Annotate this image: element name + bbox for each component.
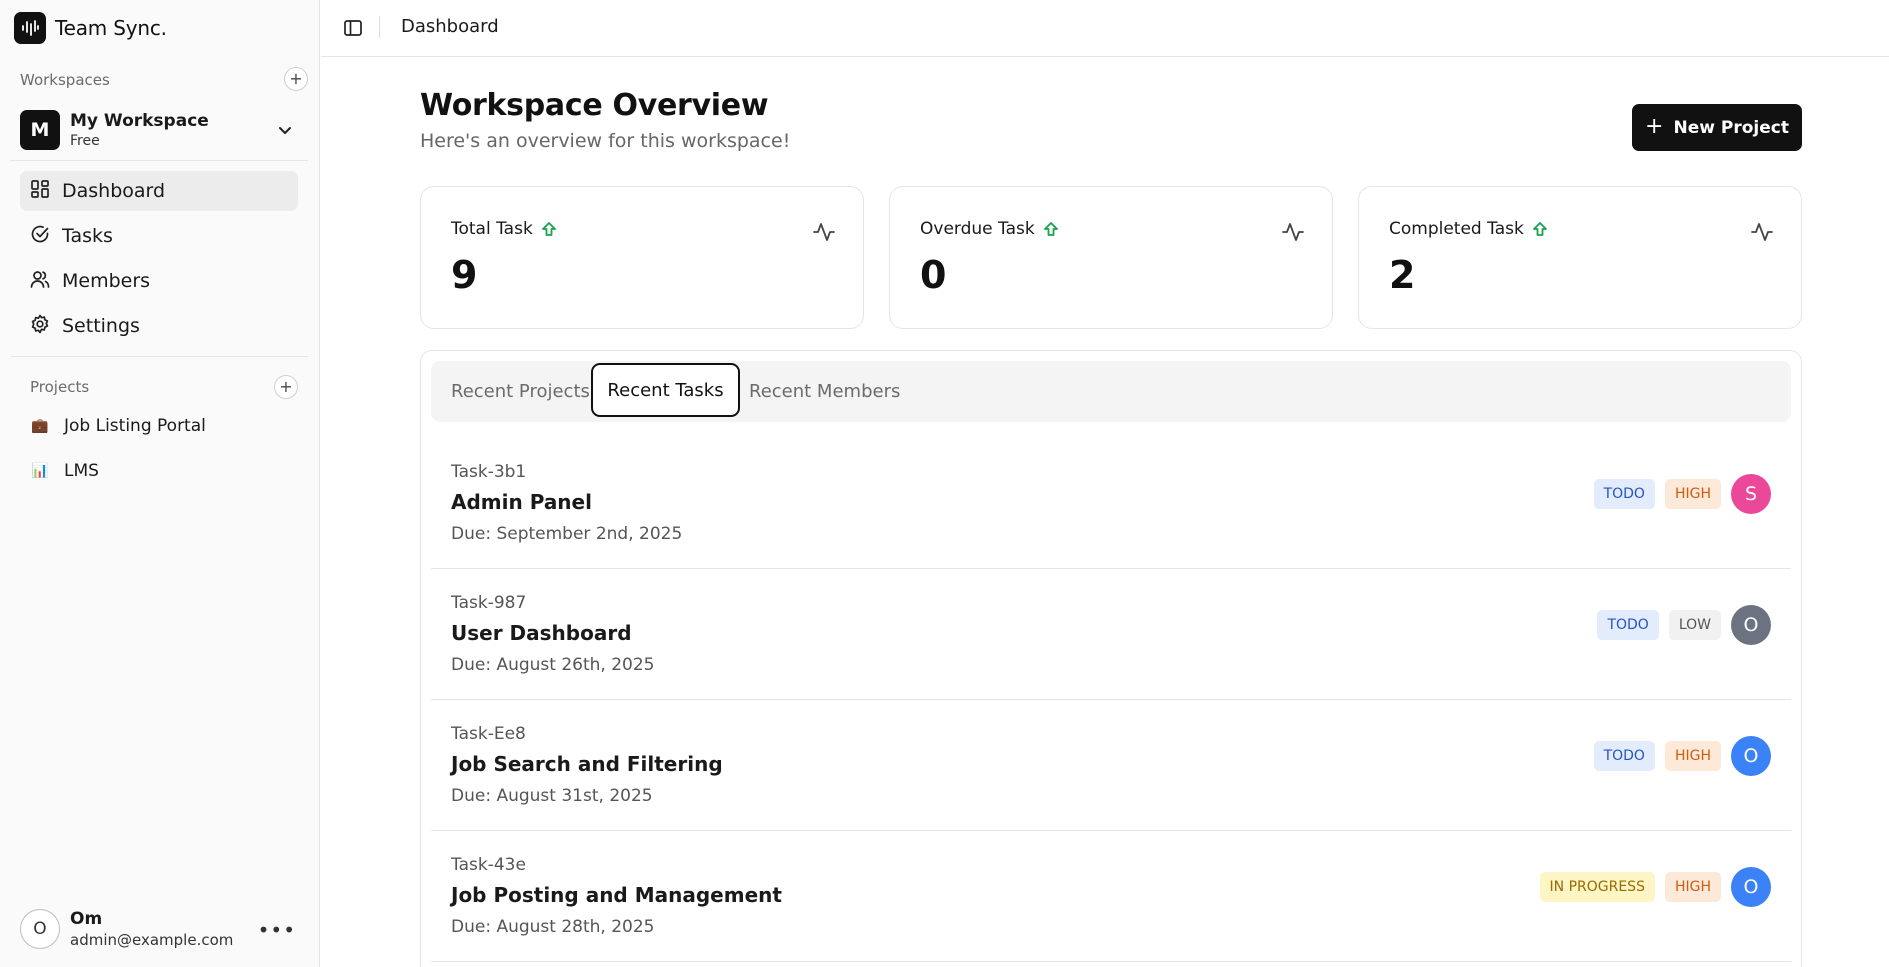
tab-recent-projects[interactable]: Recent Projects	[451, 361, 590, 422]
sidebar-item-label: Members	[62, 270, 151, 292]
breadcrumb: Dashboard	[401, 16, 499, 37]
assignee-avatar: O	[1731, 605, 1771, 645]
project-label: Job Listing Portal	[64, 416, 206, 436]
sidebar-item-label: Tasks	[62, 225, 113, 247]
task-code: Task-43e	[451, 855, 526, 875]
stat-label: Total Task	[451, 219, 533, 239]
more-options-icon[interactable]: •••	[258, 918, 296, 942]
stat-label: Completed Task	[1389, 219, 1524, 239]
status-badge: TODO	[1597, 610, 1659, 640]
new-project-label: New Project	[1673, 117, 1789, 138]
task-title: Job Posting and Management	[451, 883, 782, 907]
sidebar: Team Sync. Workspaces + M My Workspace F…	[0, 0, 320, 967]
tab-recent-members[interactable]: Recent Members	[749, 361, 900, 422]
plus-icon: +	[289, 69, 303, 88]
add-project-button[interactable]: +	[274, 375, 298, 399]
stat-card-total-task: Total Task 9	[420, 186, 864, 329]
sidebar-project-lms[interactable]: 📊 LMS	[30, 461, 99, 481]
task-due-date: Due: August 31st, 2025	[451, 786, 653, 806]
user-email: admin@example.com	[70, 931, 234, 949]
sidebar-item-label: Dashboard	[62, 180, 166, 202]
task-due-date: Due: September 2nd, 2025	[451, 524, 683, 544]
task-code: Task-987	[451, 593, 527, 613]
arrow-up-icon	[1532, 222, 1547, 236]
task-title: Admin Panel	[451, 490, 592, 514]
priority-badge: HIGH	[1664, 479, 1721, 509]
tab-recent-tasks[interactable]: Recent Tasks	[591, 363, 740, 417]
priority-badge: HIGH	[1664, 872, 1721, 902]
project-label: LMS	[64, 461, 99, 481]
activity-icon	[1751, 223, 1773, 241]
assignee-avatar: S	[1731, 474, 1771, 514]
audio-wave-logo-icon	[14, 12, 46, 44]
status-badge: TODO	[1593, 741, 1655, 771]
task-title: Job Search and Filtering	[451, 752, 723, 776]
stat-card-overdue-task: Overdue Task 0	[889, 186, 1333, 329]
task-code: Task-Ee8	[451, 724, 526, 744]
sidebar-item-settings[interactable]: Settings	[20, 306, 298, 346]
brand[interactable]: Team Sync.	[14, 12, 167, 44]
task-due-date: Due: August 26th, 2025	[451, 655, 655, 675]
status-badge: TODO	[1593, 479, 1655, 509]
priority-badge: LOW	[1668, 610, 1721, 640]
sidebar-toggle-button[interactable]	[341, 16, 365, 40]
workspace-avatar: M	[20, 110, 60, 150]
sidebar-item-dashboard[interactable]: Dashboard	[20, 171, 298, 211]
stat-value: 0	[920, 253, 947, 297]
assignee-avatar: O	[1731, 736, 1771, 776]
add-workspace-button[interactable]: +	[284, 67, 308, 91]
recent-activity-panel: Recent Projects Recent Tasks Recent Memb…	[420, 350, 1802, 967]
task-code: Task-3b1	[451, 462, 527, 482]
sidebar-item-label: Settings	[62, 315, 140, 337]
task-title: User Dashboard	[451, 621, 632, 645]
tab-bar: Recent Projects Recent Tasks Recent Memb…	[431, 361, 1791, 422]
projects-label: Projects	[30, 378, 90, 396]
task-row[interactable]: Task-3b1 Admin Panel Due: September 2nd,…	[431, 438, 1791, 569]
app-name: Team Sync.	[55, 16, 167, 40]
status-badge: IN PROGRESS	[1539, 872, 1655, 902]
stat-label: Overdue Task	[920, 219, 1035, 239]
page-subtitle: Here's an overview for this workspace!	[420, 130, 791, 152]
stat-value: 9	[451, 253, 478, 297]
check-circle-icon	[30, 224, 50, 249]
new-project-button[interactable]: + New Project	[1632, 104, 1802, 151]
activity-icon	[1282, 223, 1304, 241]
sidebar-item-members[interactable]: Members	[20, 261, 298, 301]
divider	[10, 160, 308, 161]
stat-value: 2	[1389, 253, 1416, 297]
users-icon	[30, 269, 50, 294]
priority-badge: HIGH	[1664, 741, 1721, 771]
plus-icon: +	[1645, 113, 1664, 139]
assignee-avatar: O	[1731, 867, 1771, 907]
bar-chart-icon: 📊	[31, 463, 49, 479]
divider	[379, 16, 380, 38]
workspace-name: My Workspace	[70, 111, 209, 131]
workspace-plan: Free	[70, 133, 100, 149]
panel-left-icon	[344, 20, 362, 36]
stat-card-completed-task: Completed Task 2	[1358, 186, 1802, 329]
divider	[10, 356, 308, 357]
plus-icon: +	[279, 377, 293, 396]
activity-icon	[813, 223, 835, 241]
workspace-switcher[interactable]: M My Workspace Free	[20, 108, 304, 152]
briefcase-icon: 💼	[31, 418, 49, 434]
task-row[interactable]: Task-43e Job Posting and Management Due:…	[431, 831, 1791, 962]
gear-icon	[30, 314, 50, 339]
task-row[interactable]: Task-Ee8 Job Search and Filtering Due: A…	[431, 700, 1791, 831]
user-menu[interactable]: O Om admin@example.com •••	[20, 908, 304, 950]
topbar: Dashboard	[321, 0, 1889, 57]
user-name: Om	[70, 909, 103, 929]
user-avatar: O	[20, 909, 60, 949]
sidebar-item-tasks[interactable]: Tasks	[20, 216, 298, 256]
task-due-date: Due: August 28th, 2025	[451, 917, 655, 937]
arrow-up-icon	[541, 222, 556, 236]
chevron-down-icon	[276, 121, 294, 143]
sidebar-project-job-listing-portal[interactable]: 💼 Job Listing Portal	[30, 416, 206, 436]
dashboard-icon	[30, 179, 50, 204]
workspaces-label: Workspaces	[20, 71, 110, 89]
arrow-up-icon	[1043, 222, 1058, 236]
page-title: Workspace Overview	[420, 88, 769, 123]
task-row[interactable]: Task-987 User Dashboard Due: August 26th…	[431, 569, 1791, 700]
